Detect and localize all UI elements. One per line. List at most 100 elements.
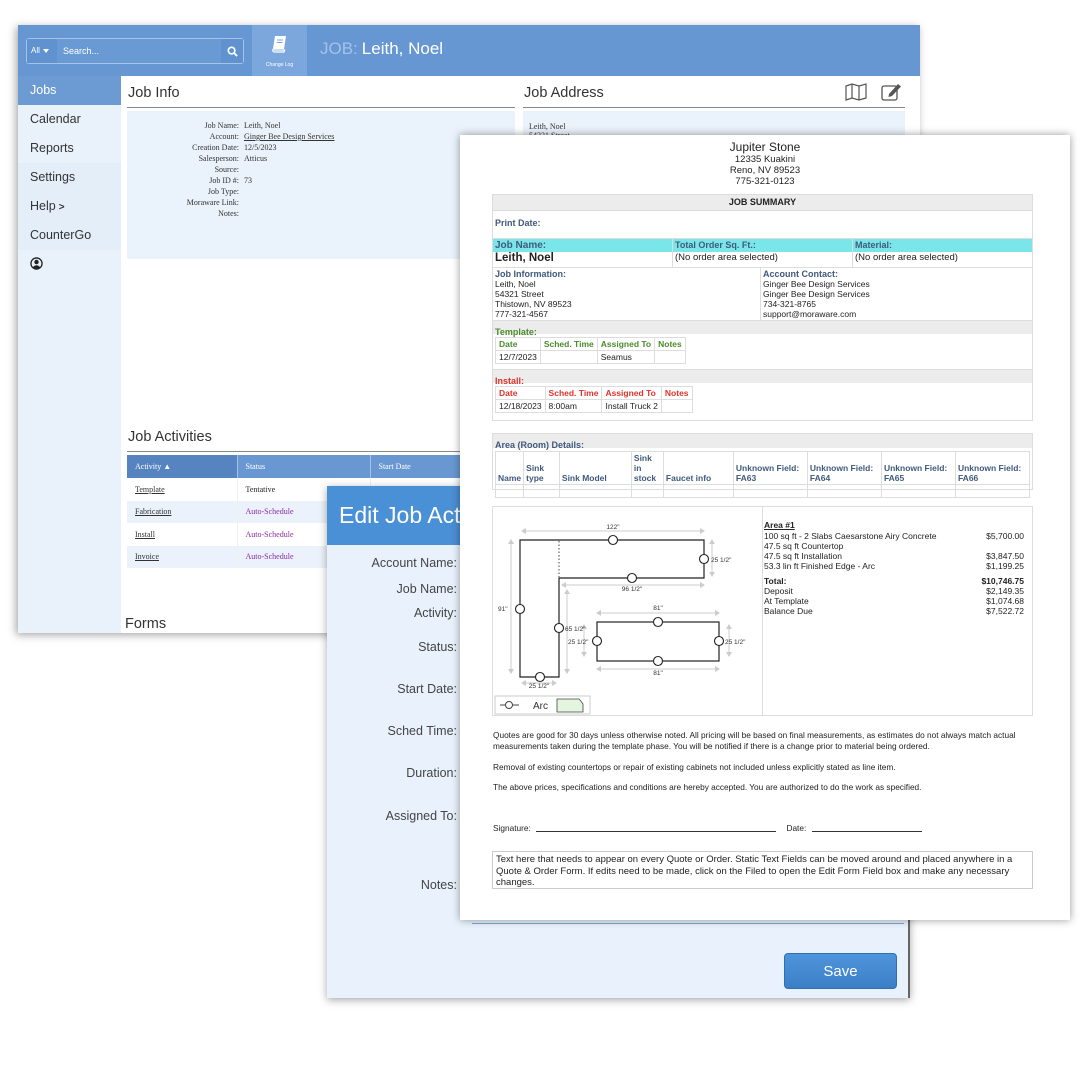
job-name-label: Job Name: xyxy=(493,239,672,252)
job-heading-title: Leith, Noel xyxy=(361,39,444,58)
company-city: Reno, NV 89523 xyxy=(729,165,801,176)
job-heading: JOB: Leith, Noel xyxy=(320,39,443,59)
sidebar-item-calendar[interactable]: Calendar xyxy=(18,105,121,134)
field-label: Job Type: xyxy=(207,187,239,196)
field-value: Leith, Noel xyxy=(244,121,281,130)
column-header: Unknown Field: FA66 xyxy=(954,451,1031,485)
price-line: 100 sq ft - 2 Slabs Caesarstone Airy Con… xyxy=(764,531,1024,541)
dim-island-bottom: 81" xyxy=(653,670,663,677)
sidebar-item-label: Calendar xyxy=(30,112,81,126)
account-link[interactable]: Ginger Bee Design Services xyxy=(244,132,334,141)
table-header-row: Date Sched. Time Assigned To Notes xyxy=(495,337,686,351)
field-label: Moraware Link: xyxy=(186,198,239,207)
search-scope-label: All xyxy=(31,46,40,55)
dim-top: 122" xyxy=(606,524,620,531)
column-header: Sink type xyxy=(523,451,560,485)
sidebar-item-help[interactable]: Help > xyxy=(18,192,121,221)
install-table: Date Sched. Time Assigned To Notes 12/18… xyxy=(495,386,693,413)
column-header: Date xyxy=(495,337,541,351)
column-header: Sink Model xyxy=(558,451,632,485)
print-date-row: Print Date: xyxy=(493,210,1032,238)
field-value: Atticus xyxy=(244,154,268,163)
edit-address-button[interactable] xyxy=(881,82,902,105)
price-amount: $5,700.00 xyxy=(986,531,1024,541)
field-label: Source: xyxy=(214,165,239,174)
signature-label: Signature: xyxy=(493,823,531,833)
payment-line: Balance Due $7,522.72 xyxy=(764,606,1024,616)
countertop-diagram: 122" 25 1/2" 96 1/2" 91" 65 1/2" 81" 81"… xyxy=(494,524,746,715)
job-information-line: 54321 Street xyxy=(495,289,544,299)
job-name-label: Job Name: xyxy=(396,582,457,596)
activity-link[interactable]: Template xyxy=(127,478,238,501)
dim-bottom-leg: 25 1/2" xyxy=(529,683,550,690)
sidebar-item-jobs[interactable]: Jobs xyxy=(18,76,121,105)
field-label: Job Name: xyxy=(204,121,239,130)
payment-desc: Balance Due xyxy=(764,606,813,616)
search-button[interactable] xyxy=(221,39,243,63)
column-header: Sched. Time xyxy=(544,386,603,400)
job-information-cell: Job Information: Leith, Noel 54321 Stree… xyxy=(493,268,761,320)
column-header: Date xyxy=(495,386,546,400)
change-log-button[interactable]: Change Log xyxy=(252,25,307,76)
payment-amount: $1,074.68 xyxy=(986,596,1024,606)
arc-edge-icon xyxy=(505,701,513,709)
table-header-row: Date Sched. Time Assigned To Notes xyxy=(495,386,693,400)
summary-block: JOB SUMMARY Print Date: Job Name: Leith,… xyxy=(492,194,1033,421)
install-band: Install: xyxy=(493,369,1032,386)
sidebar-item-countergo[interactable]: CounterGo xyxy=(18,221,121,250)
document-title: JOB SUMMARY xyxy=(493,195,1032,210)
terms-acceptance: The above prices, specifications and con… xyxy=(493,782,922,792)
price-desc: 47.5 sq ft Countertop xyxy=(764,541,844,551)
job-address-title: Job Address xyxy=(524,85,604,101)
payment-amount: $2,149.35 xyxy=(986,586,1024,596)
dim-left: 91" xyxy=(498,606,508,613)
template-table: Date Sched. Time Assigned To Notes 12/7/… xyxy=(495,337,686,364)
install-label: Install: xyxy=(495,376,525,386)
job-information-line: 777-321-4567 xyxy=(495,309,548,319)
cell xyxy=(654,350,686,364)
map-button[interactable] xyxy=(845,83,867,105)
column-header-activity[interactable]: Activity ▲ xyxy=(127,455,238,478)
activity-link[interactable]: Install xyxy=(127,523,238,546)
price-list: 100 sq ft - 2 Slabs Caesarstone Airy Con… xyxy=(764,531,1032,641)
job-summary-document: Jupiter Stone 12335 Kuakini Reno, NV 895… xyxy=(460,135,1070,920)
sidebar-item-label: Jobs xyxy=(30,83,57,97)
material-cell: Material: (No order area selected) xyxy=(853,239,1032,267)
arc-profile-icon xyxy=(556,698,584,713)
search-input[interactable] xyxy=(59,39,219,63)
sidebar-item-label: Help xyxy=(30,199,56,213)
activity-link[interactable]: Invoice xyxy=(127,545,238,568)
legend-label: Arc xyxy=(533,701,548,712)
search-scope-dropdown[interactable]: All xyxy=(27,39,57,63)
payment-desc: At Template xyxy=(764,596,809,606)
cell xyxy=(954,484,1031,498)
account-name-label: Account Name: xyxy=(371,556,457,570)
sidebar-item-reports[interactable]: Reports xyxy=(18,134,121,163)
sidebar-item-settings[interactable]: Settings xyxy=(18,163,121,192)
material-label: Material: xyxy=(853,239,1032,252)
company-header: Jupiter Stone 12335 Kuakini Reno, NV 895… xyxy=(460,141,1070,188)
field-value: 73 xyxy=(244,176,252,185)
forms-title: Forms xyxy=(125,616,167,632)
table-row xyxy=(494,484,1031,498)
column-header-start-date[interactable]: Start Date xyxy=(370,455,462,478)
company-phone: 775-321-0123 xyxy=(735,176,795,187)
price-line: 47.5 sq ft Installation $3,847.50 xyxy=(764,551,1024,561)
save-button[interactable]: Save xyxy=(784,953,897,989)
field-label: Creation Date: xyxy=(192,143,239,152)
cell xyxy=(558,484,632,498)
print-date-label: Print Date: xyxy=(495,218,541,228)
user-account-button[interactable] xyxy=(18,250,121,278)
job-information-line: Thistown, NV 89523 xyxy=(495,299,572,309)
cell xyxy=(494,484,525,498)
dim-right-end: 25 1/2" xyxy=(711,557,732,564)
column-header-status[interactable]: Status xyxy=(237,455,371,478)
total-label: Total: xyxy=(764,576,787,586)
static-text-field[interactable]: Text here that needs to appear on every … xyxy=(492,851,1033,889)
area-details-label: Area (Room) Details: xyxy=(495,440,585,450)
job-name-value: Leith, Noel xyxy=(495,252,554,264)
countertop-drawing: 122" 25 1/2" 96 1/2" 91" 65 1/2" 81" 81"… xyxy=(493,507,763,715)
sidebar: Jobs Calendar Reports Settings Help > Cou… xyxy=(18,76,121,633)
activity-link[interactable]: Fabrication xyxy=(127,500,238,523)
job-name-cell: Job Name: Leith, Noel xyxy=(493,239,673,267)
